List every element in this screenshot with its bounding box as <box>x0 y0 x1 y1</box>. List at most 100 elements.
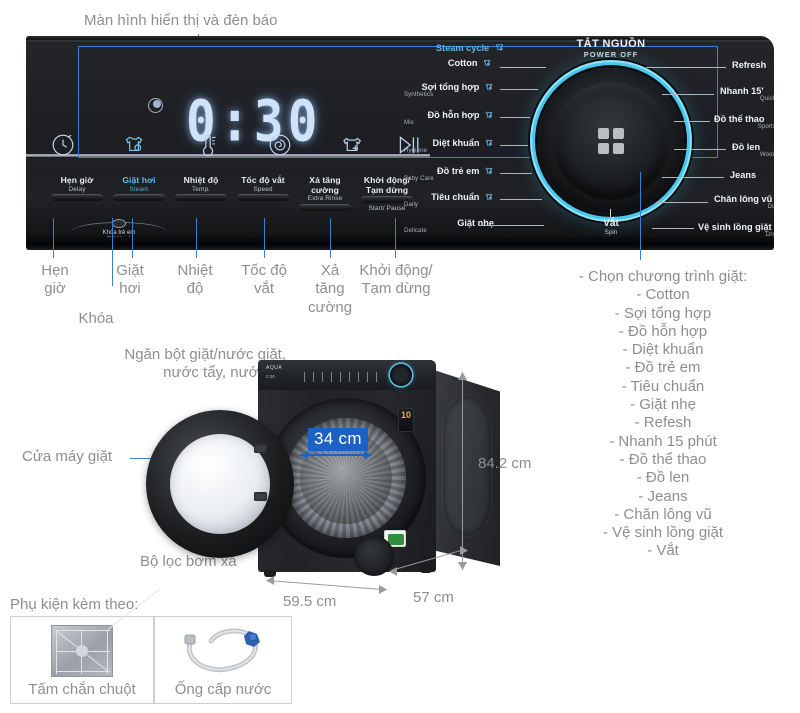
program-synthetics-en: Synthetics <box>404 92 494 99</box>
width-dim-label: 59.5 cm <box>283 593 336 610</box>
button-steam-pill[interactable] <box>113 194 165 201</box>
program-refresh: Refresh <box>732 60 774 70</box>
program-delicate: Giặt nhẹ Delicate <box>404 218 494 235</box>
power-off-vi: TẮT NGUỒN <box>556 38 666 50</box>
panel-button-row: Hẹn giờ Delay Giặt hơi Steam Nhiệt độ Te… <box>48 176 416 226</box>
tshirt-icon <box>482 58 492 68</box>
program-refresh-vi: Refresh <box>732 60 766 70</box>
callout-start: Khởi động/ Tạm dừng <box>345 262 447 299</box>
button-speed[interactable]: Tốc độ vắt Speed <box>234 176 292 201</box>
machine-top-control-panel: AQUA 0:30 <box>258 360 436 390</box>
programs-list-item: - Đồ thể thao <box>548 451 778 469</box>
steam-cycle-text: Steam cycle <box>436 43 489 53</box>
tshirt-icon <box>494 42 505 53</box>
lead-duvet <box>656 202 708 203</box>
programs-list-item: - Đồ trẻ em <box>548 359 778 377</box>
program-sports-vi: Đồ thể thao <box>714 114 765 124</box>
program-synthetics: Sợi tổng hợp Synthetics <box>404 82 494 99</box>
door-hinge-top <box>254 444 267 453</box>
accessory-inlet-hose-label: Ống cấp nước <box>155 681 291 698</box>
lead-mix <box>500 117 530 118</box>
open-door <box>146 410 294 558</box>
water-inlet-hose-icon <box>175 625 271 677</box>
program-duvet-vi: Chăn lông vũ <box>714 194 772 204</box>
button-temp[interactable]: Nhiệt độ Temp. <box>172 176 230 201</box>
drum-diameter-arrow <box>300 454 372 456</box>
program-hygiene-en: Hygiene <box>404 148 494 155</box>
lead-synthetics <box>500 89 538 90</box>
programs-list-item: - Cotton <box>548 286 778 304</box>
tshirt-icon <box>484 192 494 202</box>
callout-steam: Giặt hơi <box>100 262 160 299</box>
height-dim-line <box>462 372 463 570</box>
program-duvet-en: Duvet <box>714 204 774 211</box>
machine-foot-right <box>420 566 432 573</box>
program-sports: Đồ thể thao Sports <box>714 114 774 131</box>
programs-list-item: - Sợi tổng hợp <box>548 305 778 323</box>
program-delicate-vi: Giặt nhẹ <box>457 218 494 228</box>
lead-delicate <box>478 225 544 226</box>
lead-sports <box>674 121 710 122</box>
machine-mini-buttons <box>304 372 378 382</box>
programs-list-items: - Cotton- Sợi tổng hợp- Đồ hỗn hợp- Diệt… <box>548 286 778 560</box>
button-temp-pill[interactable] <box>175 194 227 201</box>
lead-baby-care <box>500 173 532 174</box>
program-cotton: Cotton <box>424 58 492 68</box>
program-mix-vi: Đồ hỗn hợp <box>427 110 479 120</box>
tshirt-icon <box>484 166 494 176</box>
lead-daily <box>500 199 542 200</box>
program-daily-en: Daily <box>404 202 494 209</box>
program-daily: Tiêu chuẩn Daily <box>404 192 494 209</box>
programs-list-item: - Jeans <box>548 488 778 506</box>
button-extra-rinse[interactable]: Xả tăng cường Extra Rinse <box>296 176 354 211</box>
program-baby-care-en: Baby Care <box>404 176 494 183</box>
steam-cycle-label: Steam cycle <box>436 42 505 53</box>
machine-mini-dial <box>390 364 412 386</box>
button-temp-vi: Nhiệt độ <box>172 176 230 186</box>
program-hygiene-vi: Diệt khuẩn <box>432 138 479 148</box>
programs-list-item: - Đồ len <box>548 469 778 487</box>
lead-refresh <box>646 67 726 68</box>
program-cotton-vi: Cotton <box>448 58 478 68</box>
programs-list: - Chọn chương trình giặt: - Cotton- Sợi … <box>548 268 778 561</box>
accessories-row: Tấm chắn chuột Ống cấp nước <box>10 616 292 704</box>
callout-leader-delay <box>53 218 54 258</box>
button-delay[interactable]: Hẹn giờ Delay <box>48 176 106 201</box>
button-extra-rinse-pill[interactable] <box>299 204 351 211</box>
callout-leader-steam <box>132 218 133 258</box>
button-extra-rinse-vi: Xả tăng cường <box>296 176 354 195</box>
lead-wool <box>674 149 726 150</box>
clock-icon <box>50 132 76 158</box>
machine-mini-display: 0:30 <box>266 374 275 379</box>
program-mix-en: Mix <box>404 120 494 127</box>
programs-list-item: - Tiêu chuẩn <box>548 378 778 396</box>
tshirt-icon <box>484 82 494 92</box>
program-baby-care-vi: Đồ trẻ em <box>437 166 479 176</box>
button-speed-pill[interactable] <box>237 194 289 201</box>
programs-list-item: - Nhanh 15 phút <box>548 433 778 451</box>
rodent-guard-plate-icon <box>51 625 113 677</box>
button-speed-en: Speed <box>234 186 292 194</box>
display-callout-label: Màn hình hiển thị và đèn báo <box>84 12 277 30</box>
button-delay-pill[interactable] <box>51 194 103 201</box>
program-duvet: Chăn lông vũ Duvet <box>714 194 774 211</box>
callout-leader-temp <box>196 218 197 258</box>
programs-list-item: - Refesh <box>548 414 778 432</box>
accessory-rodent-guard: Tấm chắn chuột <box>10 616 154 704</box>
program-wool-en: Wool <box>732 152 774 159</box>
power-off-en: POWER OFF <box>556 50 666 59</box>
button-steam[interactable]: Giặt hơi Steam <box>110 176 168 201</box>
callout-delay: Hẹn giờ <box>31 262 79 299</box>
program-wool-vi: Đồ len <box>732 142 760 152</box>
child-lock-label: Khóa trẻ em Child Lock <box>62 230 176 242</box>
program-quick-en: Quick <box>720 96 774 103</box>
program-selector-dial[interactable] <box>538 68 684 214</box>
program-jeans-vi: Jeans <box>730 170 756 180</box>
button-temp-en: Temp. <box>172 186 230 194</box>
programs-list-item: - Diệt khuẩn <box>548 341 778 359</box>
depth-dim-label: 57 cm <box>413 589 454 606</box>
child-lock-key-icon <box>112 219 126 228</box>
washing-machine-photo: AQUA 0:30 10 <box>148 352 500 592</box>
callout-temp: Nhiệt độ <box>163 262 227 299</box>
programs-list-item: - Vắt <box>548 542 778 560</box>
